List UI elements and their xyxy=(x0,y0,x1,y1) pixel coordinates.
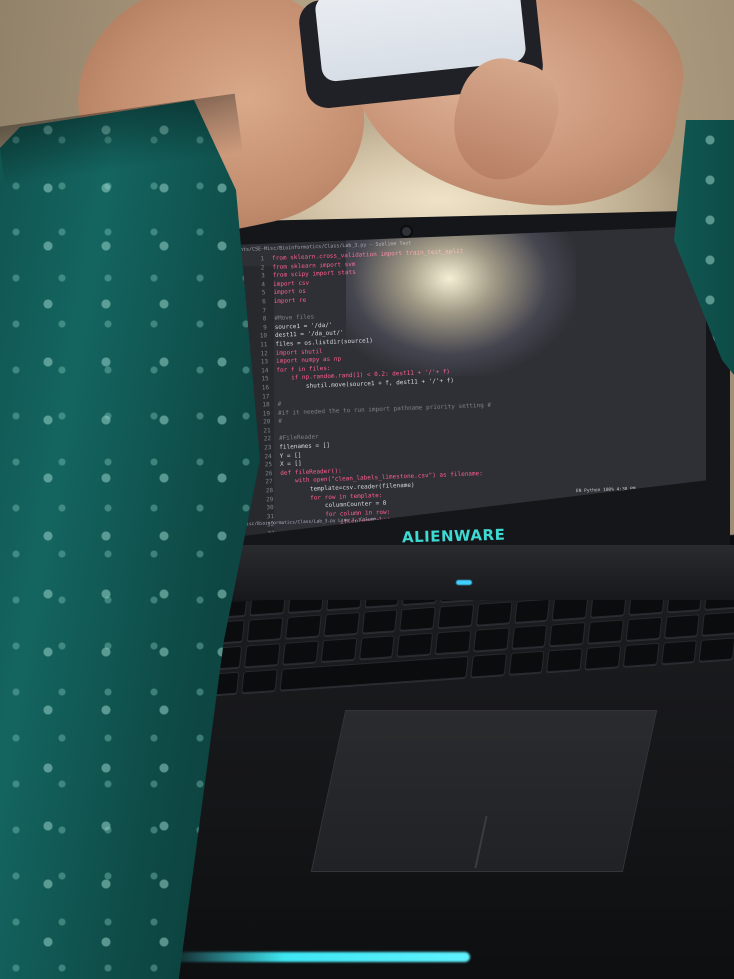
key xyxy=(475,601,513,626)
key xyxy=(660,640,698,665)
webcam-icon xyxy=(400,225,413,238)
code-text: Y = [] xyxy=(279,451,302,460)
key xyxy=(320,637,357,663)
key xyxy=(244,643,281,668)
key xyxy=(434,629,472,655)
key xyxy=(584,645,621,670)
code-text: # xyxy=(278,418,283,426)
photo-scene: ALIENWARE ~/Documents/CSE-Misc/Bioinform… xyxy=(0,0,734,979)
brand-logo: ALIENWARE xyxy=(401,525,506,547)
code-text: import numpy as np xyxy=(275,355,342,366)
key xyxy=(285,614,322,639)
key xyxy=(587,619,624,644)
key xyxy=(701,611,734,636)
code-text: #FileReader xyxy=(278,433,319,443)
key xyxy=(323,611,360,637)
touchpad xyxy=(310,710,658,872)
code-text: X = [] xyxy=(279,460,302,469)
key xyxy=(511,624,548,649)
code-text: #Move files xyxy=(274,313,315,323)
key xyxy=(358,635,395,660)
key xyxy=(546,647,583,673)
key xyxy=(698,637,734,662)
code-text: import shutil xyxy=(275,347,323,357)
key xyxy=(241,669,278,694)
key xyxy=(361,609,398,634)
key xyxy=(549,622,586,647)
code-text: import re xyxy=(273,296,307,305)
laptop-hinge xyxy=(168,545,734,600)
key xyxy=(622,642,660,668)
code-text: import os xyxy=(273,288,307,297)
power-led xyxy=(456,580,472,585)
code-text: import csv xyxy=(272,279,310,288)
key xyxy=(625,616,662,642)
key xyxy=(246,617,284,642)
key xyxy=(508,650,545,675)
key xyxy=(472,627,510,652)
key xyxy=(437,604,474,629)
key xyxy=(396,632,434,657)
key xyxy=(399,606,436,631)
key xyxy=(470,653,507,678)
key xyxy=(513,598,551,624)
code-text: # xyxy=(277,400,282,408)
screen-glare xyxy=(346,226,576,376)
code-text: for f in files: xyxy=(276,364,331,374)
code-text: source1 = '/da/' xyxy=(274,321,333,331)
led-light-strip xyxy=(160,952,470,962)
code-text: filenames = [] xyxy=(279,441,331,451)
key xyxy=(282,640,319,665)
key xyxy=(663,614,700,639)
